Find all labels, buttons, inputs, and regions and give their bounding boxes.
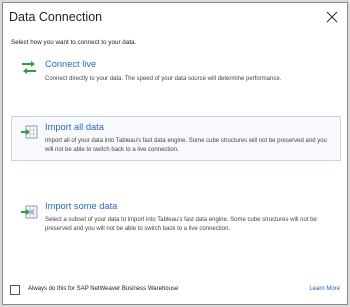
close-icon [326, 11, 338, 23]
title-bar: Data Connection [3, 3, 347, 32]
connect-live-icon [20, 59, 38, 77]
dialog-footer: Always do this for SAP NetWeaver Busines… [3, 281, 347, 301]
option-title: Import some data [45, 201, 118, 211]
option-description: Import all of your data into Tableau's f… [45, 138, 327, 154]
import-all-icon [20, 123, 38, 141]
connection-prompt: Select how you want to connect to your d… [11, 39, 137, 46]
dialog-title: Data Connection [9, 10, 103, 24]
data-connection-dialog: Data Connection Select how you want to c… [2, 2, 348, 305]
option-description: Select a subset of your data to import i… [45, 217, 317, 233]
always-do-this-label[interactable]: Always do this for SAP NetWeaver Busines… [28, 286, 178, 292]
option-import-all[interactable]: Import all data Import all of your data … [11, 116, 341, 161]
import-some-icon [20, 203, 38, 221]
always-do-this-checkbox[interactable] [10, 285, 20, 295]
option-title: Import all data [45, 122, 104, 132]
option-description: Connect directly to your data. The speed… [45, 76, 282, 82]
learn-more-link[interactable]: Learn More [309, 286, 340, 292]
option-connect-live[interactable]: Connect live Connect directly to your da… [11, 55, 341, 89]
close-button[interactable] [321, 6, 343, 28]
option-title: Connect live [45, 59, 97, 69]
option-import-some[interactable]: Import some data Select a subset of your… [11, 196, 341, 241]
